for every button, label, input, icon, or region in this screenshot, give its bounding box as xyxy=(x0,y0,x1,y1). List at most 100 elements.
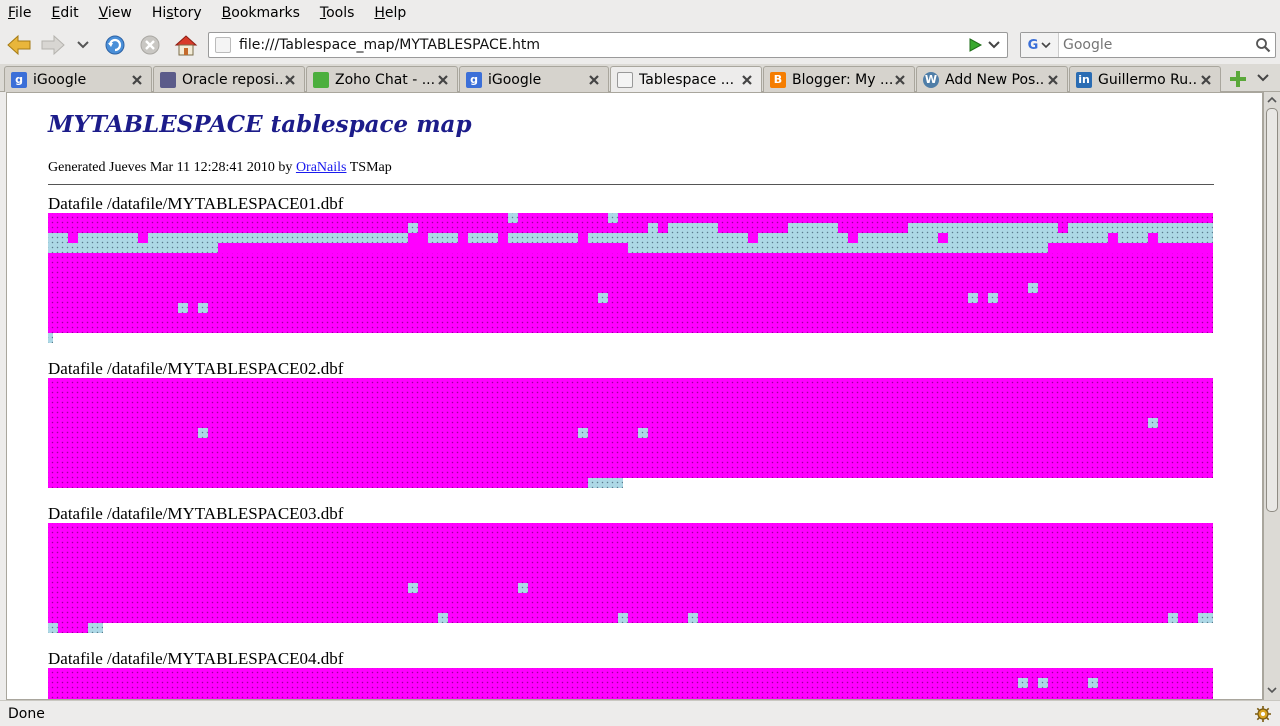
tab-zoho-chat[interactable]: Zoho Chat - ... xyxy=(306,66,458,92)
menu-bookmarks[interactable]: Bookmarks xyxy=(218,1,304,25)
close-icon[interactable] xyxy=(129,72,145,88)
blogger-icon: B xyxy=(770,71,786,88)
free-extent xyxy=(908,223,1058,233)
free-extent xyxy=(88,623,103,633)
close-icon[interactable] xyxy=(739,72,755,88)
free-extent xyxy=(438,613,448,623)
menu-file[interactable]: File xyxy=(4,1,35,25)
search-input[interactable] xyxy=(1059,37,1255,53)
datafile-map-02 xyxy=(48,378,1213,478)
reload-icon xyxy=(105,35,125,55)
chevron-up-icon xyxy=(1267,96,1277,103)
free-extent xyxy=(178,303,188,313)
tab-linkedin[interactable]: in Guillermo Ru... xyxy=(1069,66,1221,92)
home-button[interactable] xyxy=(171,32,201,58)
list-all-tabs-button[interactable] xyxy=(1256,72,1272,86)
datafile-map-02-tail xyxy=(48,478,623,488)
free-extent xyxy=(788,223,838,233)
page-content: MYTABLESPACE tablespace map Generated Ju… xyxy=(6,92,1263,700)
scroll-down-button[interactable] xyxy=(1264,682,1280,698)
chevron-down-icon xyxy=(77,41,89,49)
menu-history[interactable]: History xyxy=(148,1,206,25)
free-extent xyxy=(598,293,608,303)
free-extent xyxy=(608,213,618,223)
free-extent xyxy=(578,428,588,438)
google-icon: g xyxy=(11,71,27,88)
home-icon xyxy=(174,35,198,56)
close-icon[interactable] xyxy=(586,72,602,88)
menu-view[interactable]: View xyxy=(95,1,136,25)
back-button[interactable] xyxy=(4,32,34,58)
free-extent xyxy=(1088,678,1098,688)
url-bar[interactable]: file:///Tablespace_map/MYTABLESPACE.htm xyxy=(208,32,1008,58)
datafile-heading-03: Datafile /datafile/MYTABLESPACE03.dbf xyxy=(48,504,344,523)
free-extent xyxy=(518,583,528,593)
free-extent xyxy=(668,223,718,233)
free-extent xyxy=(618,613,628,623)
datafile-heading-02: Datafile /datafile/MYTABLESPACE02.dbf xyxy=(48,359,344,378)
status-text: Done xyxy=(8,705,45,722)
reload-button[interactable] xyxy=(100,32,130,58)
scroll-up-button[interactable] xyxy=(1264,92,1280,108)
tab-strip: g iGoogle Oracle reposi... Zoho Chat - .… xyxy=(0,64,1280,93)
close-icon[interactable] xyxy=(435,72,451,88)
free-extent xyxy=(408,223,418,233)
tab-blogger[interactable]: B Blogger: My ... xyxy=(763,66,915,92)
chevron-down-icon xyxy=(1257,74,1269,82)
free-extent xyxy=(198,428,208,438)
datafile-heading-04: Datafile /datafile/MYTABLESPACE04.dbf xyxy=(48,649,344,668)
free-extent xyxy=(1148,418,1158,428)
forward-button[interactable] xyxy=(38,32,68,58)
go-icon[interactable] xyxy=(967,37,983,53)
google-icon: G xyxy=(1027,37,1039,53)
tab-wordpress[interactable]: W Add New Pos... xyxy=(916,66,1068,92)
close-icon[interactable] xyxy=(1045,72,1061,88)
search-engine-selector[interactable]: G xyxy=(1021,33,1059,57)
menu-help[interactable]: Help xyxy=(370,1,410,25)
tab-igoogle-1[interactable]: g iGoogle xyxy=(4,66,152,92)
url-text[interactable]: file:///Tablespace_map/MYTABLESPACE.htm xyxy=(239,37,967,53)
gear-icon[interactable] xyxy=(1254,705,1272,723)
search-icon[interactable] xyxy=(1255,37,1271,53)
generated-line: Generated Jueves Mar 11 12:28:41 2010 by… xyxy=(48,160,392,175)
free-extent xyxy=(1168,613,1178,623)
free-extent xyxy=(198,303,208,313)
menu-bar: File Edit View History Bookmarks Tools H… xyxy=(0,0,1280,26)
wordpress-icon: W xyxy=(923,71,939,88)
plus-icon xyxy=(1230,71,1246,87)
scrollbar-thumb[interactable] xyxy=(1266,108,1278,512)
tab-igoogle-2[interactable]: g iGoogle xyxy=(459,66,609,92)
status-bar: Done xyxy=(0,700,1280,726)
page-icon xyxy=(617,72,633,88)
chevron-down-icon xyxy=(1267,687,1277,694)
linkedin-icon: in xyxy=(1076,71,1092,88)
free-extent xyxy=(408,583,418,593)
forward-arrow-icon xyxy=(41,34,65,56)
tab-tablespace[interactable]: Tablespace ... xyxy=(610,66,762,93)
free-extent xyxy=(508,213,518,223)
chevron-down-icon[interactable] xyxy=(987,38,1001,52)
vertical-scrollbar[interactable] xyxy=(1263,92,1280,700)
oranails-link[interactable]: OraNails xyxy=(296,160,347,175)
history-dropdown-button[interactable] xyxy=(72,32,94,58)
menu-tools[interactable]: Tools xyxy=(316,1,359,25)
stop-button[interactable] xyxy=(135,32,165,58)
close-icon[interactable] xyxy=(892,72,908,88)
datafile-map-04 xyxy=(48,668,1213,699)
menu-edit[interactable]: Edit xyxy=(47,1,82,25)
free-extent xyxy=(1018,678,1028,688)
new-tab-button[interactable] xyxy=(1228,69,1248,89)
close-icon[interactable] xyxy=(1198,72,1214,88)
datafile-map-03 xyxy=(48,523,1213,623)
datafile-map-03-tail xyxy=(48,623,103,633)
tab-oracle-repository[interactable]: Oracle reposi... xyxy=(153,66,305,92)
free-extent xyxy=(648,223,658,233)
close-icon[interactable] xyxy=(282,72,298,88)
free-extent xyxy=(48,623,58,633)
free-extent xyxy=(1198,613,1213,623)
chevron-down-icon xyxy=(1041,42,1051,49)
free-extent xyxy=(1028,283,1038,293)
datafile-heading-01: Datafile /datafile/MYTABLESPACE01.dbf xyxy=(48,194,344,213)
free-extent xyxy=(1068,223,1213,233)
free-extent xyxy=(48,333,53,343)
